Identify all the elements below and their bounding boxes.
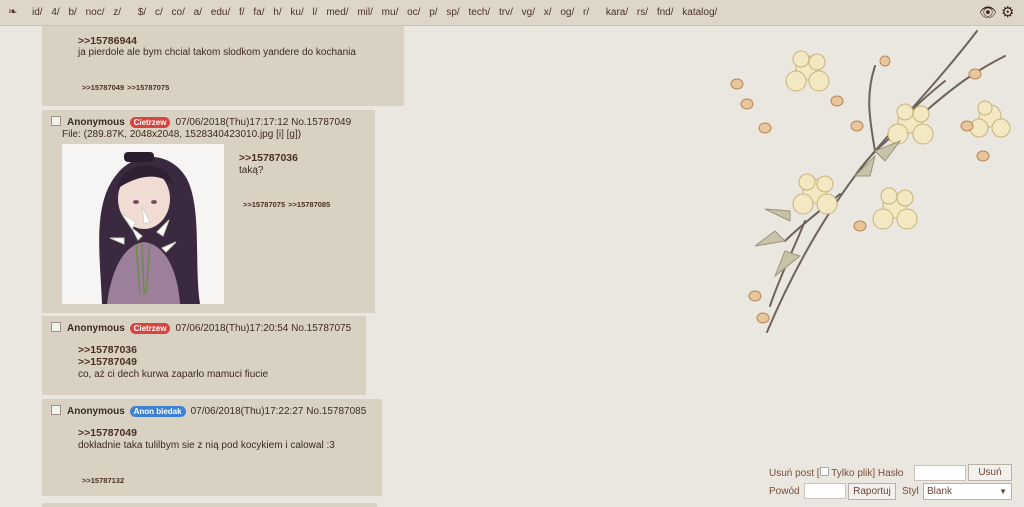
- nav-link[interactable]: fnd/: [657, 7, 674, 18]
- poster-name: Anonymous: [67, 323, 125, 334]
- site-logo-icon[interactable]: ❧: [8, 5, 17, 18]
- reply-post: Anonymous Anon biedak 07/06/2018(Thu)17:2…: [42, 399, 382, 496]
- post-number[interactable]: No.15787049: [291, 117, 351, 128]
- quote-link[interactable]: >>15786944: [78, 35, 137, 47]
- post-date: 07/06/2018(Thu)17:20:54: [175, 323, 289, 334]
- backlinks: >>15787075 >>15787085: [243, 200, 333, 209]
- reply-post: >>15786944 ja pierdole ale bym chcial ta…: [42, 26, 404, 106]
- nav-link[interactable]: vg/: [522, 7, 535, 18]
- nav-link[interactable]: id/: [32, 7, 43, 18]
- nav-link[interactable]: noc/: [86, 7, 105, 18]
- chevron-down-icon: ▼: [999, 487, 1007, 496]
- reason-input[interactable]: [804, 483, 846, 499]
- post-select-checkbox[interactable]: [51, 405, 61, 415]
- next-post-edge: [42, 503, 377, 507]
- nav-link[interactable]: r/: [583, 7, 589, 18]
- nav-link[interactable]: med/: [326, 7, 348, 18]
- nav-link[interactable]: $/: [138, 7, 146, 18]
- poster-name: Anonymous: [67, 406, 125, 417]
- anime-girl-lilies-image: [62, 144, 224, 304]
- backlink[interactable]: >>15787085: [288, 200, 330, 209]
- post-select-checkbox[interactable]: [51, 116, 61, 126]
- nav-link[interactable]: 4/: [51, 7, 59, 18]
- post-text: dokładnie taka tulilbym sie z nią pod ko…: [78, 440, 335, 451]
- nav-link[interactable]: mu/: [382, 7, 399, 18]
- backlink[interactable]: >>15787049: [82, 83, 124, 92]
- nav-link[interactable]: fa/: [253, 7, 264, 18]
- quote-link[interactable]: >>15787036: [78, 344, 137, 356]
- user-badge: Cietrzew: [129, 117, 171, 128]
- delete-post-label: Usuń post [ Tylko plik] Hasło: [769, 467, 903, 479]
- style-select[interactable]: Blank ▼: [923, 483, 1012, 500]
- file-only-checkbox[interactable]: [819, 467, 829, 476]
- post-select-checkbox[interactable]: [51, 322, 61, 332]
- nav-link[interactable]: c/: [155, 7, 163, 18]
- post-date: 07/06/2018(Thu)17:17:12: [175, 117, 289, 128]
- poster-name: Anonymous: [67, 117, 125, 128]
- nav-link[interactable]: p/: [429, 7, 437, 18]
- nav-link[interactable]: sp/: [446, 7, 459, 18]
- file-only-password-text: Tylko plik] Hasło: [831, 468, 904, 479]
- blossom-branch-decoration: [730, 30, 1011, 333]
- post-number[interactable]: No.15787085: [306, 406, 366, 417]
- backlinks: >>15787049 >>15787075: [82, 83, 172, 92]
- style-select-value: Blank: [927, 486, 953, 497]
- board-nav: id/ 4/ b/ noc/ z/ $/ c/ co/ a/ edu/ f/ f…: [32, 7, 723, 18]
- delete-button[interactable]: Usuń: [968, 464, 1012, 481]
- nav-link[interactable]: h/: [273, 7, 281, 18]
- user-badge: Anon biedak: [129, 406, 186, 417]
- nav-link[interactable]: b/: [68, 7, 76, 18]
- nav-link[interactable]: trv/: [499, 7, 513, 18]
- backlinks: >>15787132: [82, 476, 127, 485]
- post-text: co, aż ci dech kurwa zaparło mamuci fiuc…: [78, 369, 269, 380]
- reply-post: Anonymous Cietrzew 07/06/2018(Thu)17:20:5…: [42, 316, 366, 395]
- post-text: taką?: [239, 165, 264, 176]
- quote-link[interactable]: >>15787049: [78, 427, 137, 439]
- delete-post-text: Usuń post [: [769, 468, 820, 479]
- user-badge: Cietrzew: [129, 323, 171, 334]
- nav-link[interactable]: kara/: [606, 7, 628, 18]
- post-number[interactable]: No.15787075: [291, 323, 351, 334]
- nav-link[interactable]: l/: [313, 7, 318, 18]
- eye-icon[interactable]: 👁: [979, 4, 997, 21]
- post-date: 07/06/2018(Thu)17:22:27: [190, 406, 304, 417]
- reason-label: Powód: [769, 486, 800, 497]
- nav-link[interactable]: ku/: [290, 7, 303, 18]
- style-label: Styl: [902, 486, 919, 497]
- nav-link[interactable]: oc/: [407, 7, 420, 18]
- top-nav-bar: ❧ id/ 4/ b/ noc/ z/ $/ c/ co/ a/ edu/ f/…: [0, 0, 1024, 26]
- nav-link[interactable]: tech/: [469, 7, 491, 18]
- nav-link[interactable]: edu/: [211, 7, 230, 18]
- nav-link[interactable]: katalog/: [682, 7, 717, 18]
- reply-post: Anonymous Cietrzew 07/06/2018(Thu)17:17:1…: [42, 110, 375, 313]
- report-button[interactable]: Raportuj: [848, 483, 896, 500]
- nav-link[interactable]: f/: [239, 7, 245, 18]
- nav-link[interactable]: co/: [172, 7, 185, 18]
- backlink[interactable]: >>15787075: [243, 200, 285, 209]
- quote-link[interactable]: >>15787036: [239, 152, 298, 164]
- post-text: ja pierdole ale bym chcial takom slodkom…: [78, 47, 356, 58]
- password-input[interactable]: [914, 465, 966, 481]
- gear-icon[interactable]: ⚙: [1001, 3, 1014, 21]
- nav-link[interactable]: z/: [113, 7, 121, 18]
- nav-link[interactable]: mil/: [357, 7, 373, 18]
- nav-link[interactable]: x/: [544, 7, 552, 18]
- nav-link[interactable]: rs/: [637, 7, 648, 18]
- file-info[interactable]: File: (289.87K, 2048x2048, 1528340423010…: [62, 129, 301, 140]
- quote-link[interactable]: >>15787049: [78, 356, 137, 368]
- nav-link[interactable]: og/: [560, 7, 574, 18]
- backlink[interactable]: >>15787132: [82, 476, 124, 485]
- backlink[interactable]: >>15787075: [127, 83, 169, 92]
- nav-link[interactable]: a/: [194, 7, 202, 18]
- post-image-thumbnail[interactable]: [62, 144, 224, 304]
